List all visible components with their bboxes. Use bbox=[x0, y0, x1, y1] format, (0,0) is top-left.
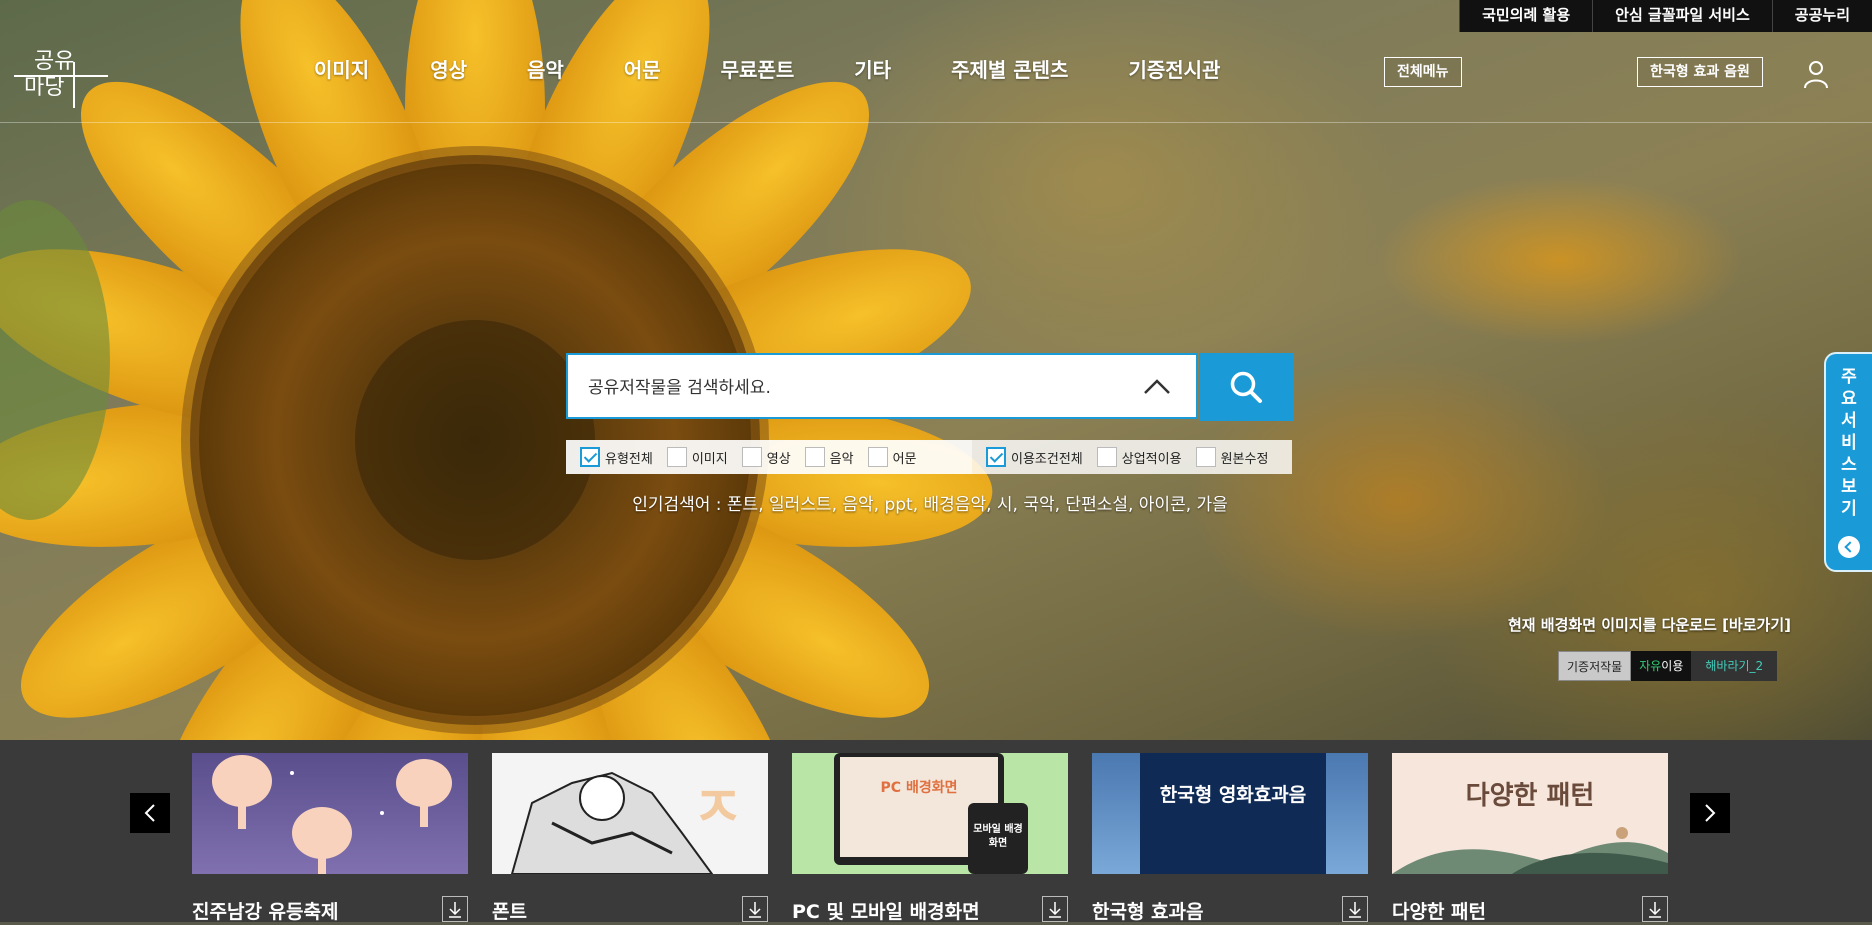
search-filters: 유형전체 이미지 영상 음악 어문 이용조건전체 상업적이용 원본수정 bbox=[566, 440, 1292, 474]
filter-type-all-label: 유형전체 bbox=[605, 451, 653, 467]
filter-type-music-label: 음악 bbox=[829, 451, 854, 467]
background-image-name[interactable]: 해바라기_2 bbox=[1691, 651, 1778, 681]
user-icon[interactable] bbox=[1800, 58, 1832, 90]
main-services-tab[interactable]: 주요서비스보기 bbox=[1824, 352, 1872, 572]
search-icon bbox=[1230, 371, 1262, 403]
filter-type-text[interactable]: 어문 bbox=[867, 447, 917, 467]
condition-filter-group: 이용조건전체 상업적이용 원본수정 bbox=[972, 440, 1292, 474]
nav-item-donation-gallery[interactable]: 기증전시관 bbox=[1128, 54, 1220, 83]
card-thumbnail: 한국형 영화효과음 bbox=[1092, 753, 1368, 874]
filter-condition-commercial[interactable]: 상업적이용 bbox=[1096, 447, 1182, 467]
license-free-accent: 자유 bbox=[1639, 659, 1662, 673]
card-title: 폰트 bbox=[492, 901, 527, 923]
carousel-card-font[interactable]: ㅈ 폰트 bbox=[492, 753, 768, 923]
site-logo[interactable]: 공유 마당 bbox=[14, 44, 108, 108]
popular-keywords[interactable]: 인기검색어 : 폰트, 일러스트, 음악, ppt, 배경음악, 시, 국악, … bbox=[566, 490, 1294, 515]
card-thumbnail: ㅈ bbox=[492, 753, 768, 874]
license-free-rest: 이용 bbox=[1661, 659, 1684, 673]
nav-item-free-font[interactable]: 무료폰트 bbox=[721, 54, 795, 83]
checkbox-condition-modify[interactable] bbox=[1195, 447, 1216, 467]
filter-type-image-label: 이미지 bbox=[691, 451, 728, 467]
mobile-screen-label: 모바일 배경화면 bbox=[973, 824, 1023, 849]
download-icon[interactable] bbox=[1342, 896, 1368, 922]
carousel-card-pattern[interactable]: 다양한 패턴 다양한 패턴 bbox=[1392, 753, 1668, 923]
card-thumbnail: PC 배경화면 모바일 배경화면 bbox=[792, 753, 1068, 874]
card-thumbnail bbox=[192, 753, 468, 874]
nav-item-themes[interactable]: 주제별 콘텐츠 bbox=[951, 54, 1068, 83]
checkbox-condition-all[interactable] bbox=[986, 447, 1006, 467]
nav-item-image[interactable]: 이미지 bbox=[314, 54, 369, 83]
chevron-up-icon[interactable] bbox=[1142, 375, 1172, 397]
font-thumb-glyph: ㅈ bbox=[692, 776, 744, 841]
main-services-label: 주요서비스보기 bbox=[1841, 367, 1857, 519]
download-icon[interactable] bbox=[742, 896, 768, 922]
card-thumbnail: 다양한 패턴 bbox=[1392, 753, 1668, 874]
filter-type-video[interactable]: 영상 bbox=[741, 447, 791, 467]
license-free-use: 자유이용 bbox=[1631, 651, 1692, 681]
pattern-illustration bbox=[1392, 827, 1668, 874]
checkbox-type-music[interactable] bbox=[804, 447, 825, 467]
search-box bbox=[566, 353, 1198, 419]
logo-text-top: 공유 bbox=[34, 49, 74, 74]
download-icon[interactable] bbox=[1642, 896, 1668, 922]
topbar-link-kogl[interactable]: 공공누리 bbox=[1771, 0, 1872, 32]
all-menu-button[interactable]: 전체메뉴 bbox=[1384, 57, 1462, 87]
card-title: 다양한 패턴 bbox=[1392, 901, 1487, 923]
carousel-card-lantern-festival[interactable]: 진주남강 유등축제 bbox=[192, 753, 468, 923]
utility-bar: 국민의례 활용 안심 글꼴파일 서비스 공공누리 bbox=[1459, 0, 1872, 32]
pattern-thumb-text: 다양한 패턴 bbox=[1465, 781, 1595, 811]
sound-effect-panel bbox=[1140, 753, 1326, 874]
filter-type-text-label: 어문 bbox=[892, 451, 917, 467]
checkbox-type-image[interactable] bbox=[666, 447, 687, 467]
search-button[interactable] bbox=[1199, 353, 1294, 421]
checkbox-type-video[interactable] bbox=[741, 447, 762, 467]
filter-type-all[interactable]: 유형전체 bbox=[580, 447, 653, 467]
filter-condition-commercial-label: 상업적이용 bbox=[1121, 451, 1182, 467]
card-title: 한국형 효과음 bbox=[1092, 901, 1204, 923]
chevron-left-icon bbox=[1838, 536, 1860, 558]
carousel-card-wallpaper[interactable]: PC 배경화면 모바일 배경화면 PC 및 모바일 배경화면 bbox=[792, 753, 1068, 923]
filter-condition-modify[interactable]: 원본수정 bbox=[1195, 447, 1269, 467]
pc-screen-label: PC 배경화면 bbox=[880, 780, 958, 796]
nav-item-text[interactable]: 어문 bbox=[624, 54, 661, 83]
sound-effect-thumb-text: 한국형 영화효과음 bbox=[1159, 784, 1307, 806]
license-badge: 기증저작물 자유이용 해바라기_2 bbox=[1558, 651, 1778, 681]
card-title: 진주남강 유등축제 bbox=[192, 901, 339, 923]
filter-type-music[interactable]: 음악 bbox=[804, 447, 854, 467]
logo-text-bottom: 마당 bbox=[24, 75, 64, 100]
filter-condition-all[interactable]: 이용조건전체 bbox=[986, 447, 1083, 467]
featured-carousel: 진주남강 유등축제 ㅈ 폰트 PC 배경화면 모바일 배경화면 PC 및 모바일… bbox=[0, 740, 1872, 923]
checkbox-condition-commercial[interactable] bbox=[1096, 447, 1117, 467]
license-donated: 기증저작물 bbox=[1558, 651, 1632, 681]
checkbox-type-all[interactable] bbox=[580, 447, 600, 467]
main-nav: 이미지 영상 음악 어문 무료폰트 기타 주제별 콘텐츠 기증전시관 bbox=[278, 54, 1220, 83]
carousel-card-sound-effect[interactable]: 한국형 영화효과음 한국형 효과음 bbox=[1092, 753, 1368, 923]
nav-item-etc[interactable]: 기타 bbox=[854, 54, 891, 83]
chevron-right-icon bbox=[1705, 804, 1716, 822]
download-icon[interactable] bbox=[442, 896, 468, 922]
type-filter-group: 유형전체 이미지 영상 음악 어문 bbox=[566, 440, 972, 474]
filter-type-video-label: 영상 bbox=[766, 451, 791, 467]
filter-condition-modify-label: 원본수정 bbox=[1220, 451, 1269, 467]
topbar-link-national-ceremony[interactable]: 국민의례 활용 bbox=[1459, 0, 1592, 32]
search-input[interactable] bbox=[586, 369, 1110, 407]
checkbox-type-text[interactable] bbox=[867, 447, 888, 467]
sound-effects-button[interactable]: 한국형 효과 음원 bbox=[1637, 57, 1763, 87]
chevron-left-icon bbox=[144, 804, 155, 822]
download-icon[interactable] bbox=[1042, 896, 1068, 922]
site-header: 공유 마당 이미지 영상 음악 어문 무료폰트 기타 주제별 콘텐츠 기증전시관… bbox=[0, 32, 1872, 123]
filter-type-image[interactable]: 이미지 bbox=[666, 447, 728, 467]
topbar-link-safe-font-service[interactable]: 안심 글꼴파일 서비스 bbox=[1592, 0, 1772, 32]
lantern-illustration bbox=[212, 755, 452, 874]
nav-item-music[interactable]: 음악 bbox=[527, 54, 564, 83]
background-download-link[interactable]: 현재 배경화면 이미지를 다운로드 [바로가기] bbox=[1508, 614, 1791, 635]
nav-item-video[interactable]: 영상 bbox=[430, 54, 467, 83]
filter-condition-all-label: 이용조건전체 bbox=[1011, 451, 1083, 467]
carousel-next-button[interactable] bbox=[1690, 793, 1730, 833]
carousel-prev-button[interactable] bbox=[130, 793, 170, 833]
card-title: PC 및 모바일 배경화면 bbox=[792, 901, 980, 923]
